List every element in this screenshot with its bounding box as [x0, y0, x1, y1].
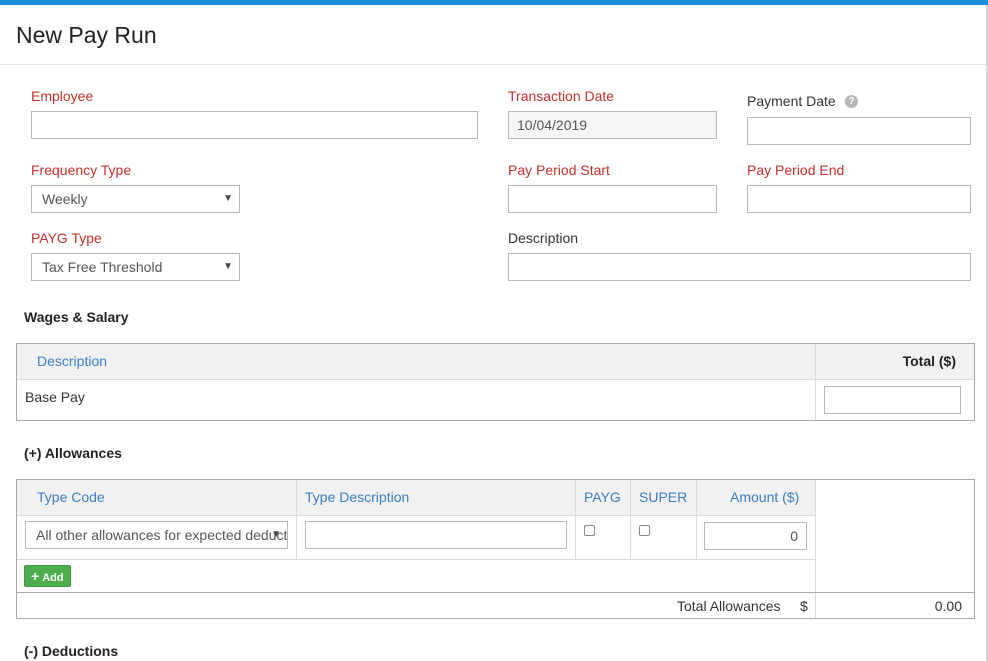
allowances-header-payg: PAYG	[584, 489, 621, 505]
add-button-label: Add	[42, 572, 64, 584]
total-allowances-value: 0.00	[934, 598, 962, 614]
transaction-date-label: Transaction Date	[508, 88, 615, 104]
wages-row-description: Base Pay	[25, 389, 85, 405]
employee-label: Employee	[31, 88, 94, 104]
question-circle-icon[interactable]: ?	[845, 95, 858, 108]
allowance-amount-input[interactable]	[704, 522, 807, 550]
base-pay-total-input[interactable]	[824, 386, 961, 414]
allowances-header-type-code: Type Code	[37, 489, 105, 505]
allowances-header-super: SUPER	[639, 489, 688, 505]
column-divider	[575, 480, 576, 560]
payg-type-select[interactable]: Tax Free Threshold ▼	[31, 253, 240, 281]
column-divider	[296, 480, 297, 560]
allowances-section-title: (+) Allowances	[24, 445, 122, 461]
total-allowances-label: Total Allowances	[677, 598, 781, 614]
payg-type-value: Tax Free Threshold	[42, 259, 163, 275]
page-title: New Pay Run	[16, 22, 157, 48]
allowances-table: Type Code Type Description PAYG SUPER Am…	[16, 479, 975, 619]
pay-period-start-label: Pay Period Start	[508, 162, 610, 178]
allowance-type-code-value: All other allowances for expected deduct…	[36, 527, 288, 543]
wages-table: Description Total ($) Base Pay	[16, 343, 975, 421]
transaction-date-input[interactable]	[508, 111, 717, 139]
wages-header-description: Description	[37, 353, 108, 369]
payment-date-input[interactable]	[747, 117, 971, 145]
column-divider	[815, 480, 816, 618]
frequency-type-select[interactable]: Weekly ▼	[31, 185, 240, 213]
description-input[interactable]	[508, 253, 971, 281]
payg-checkbox[interactable]	[584, 525, 595, 536]
column-divider	[815, 344, 816, 420]
frequency-type-label: Frequency Type	[31, 162, 132, 178]
wages-header-total: Total ($)	[902, 353, 956, 369]
chevron-down-icon: ▼	[271, 529, 281, 540]
frequency-type-value: Weekly	[42, 191, 88, 207]
description-label: Description	[508, 230, 579, 246]
pay-period-end-input[interactable]	[747, 185, 971, 213]
pay-period-start-input[interactable]	[508, 185, 717, 213]
allowance-type-description-input[interactable]	[305, 521, 567, 549]
plus-icon: +	[31, 568, 40, 584]
payment-date-label: Payment Date	[747, 93, 836, 109]
chevron-down-icon: ▼	[223, 261, 233, 272]
allowances-header-type-description: Type Description	[305, 489, 410, 505]
deductions-section-title: (-) Deductions	[24, 643, 119, 659]
row-divider	[17, 559, 816, 560]
allowances-header-amount: Amount ($)	[730, 489, 800, 505]
total-allowances-currency: $	[800, 598, 808, 614]
chevron-down-icon: ▼	[223, 193, 233, 204]
add-allowance-button[interactable]: + Add	[24, 565, 71, 587]
column-divider	[630, 480, 631, 560]
column-divider	[696, 480, 697, 560]
allowance-type-code-select[interactable]: All other allowances for expected deduct…	[25, 521, 288, 549]
employee-input[interactable]	[31, 111, 478, 139]
wages-table-header	[17, 344, 974, 380]
title-divider	[0, 64, 986, 65]
pay-period-end-label: Pay Period End	[747, 162, 845, 178]
total-row-divider	[17, 592, 974, 593]
super-checkbox[interactable]	[639, 525, 650, 536]
payg-type-label: PAYG Type	[31, 230, 102, 246]
top-accent-bar	[0, 0, 988, 5]
wages-section-title: Wages & Salary	[24, 309, 129, 325]
